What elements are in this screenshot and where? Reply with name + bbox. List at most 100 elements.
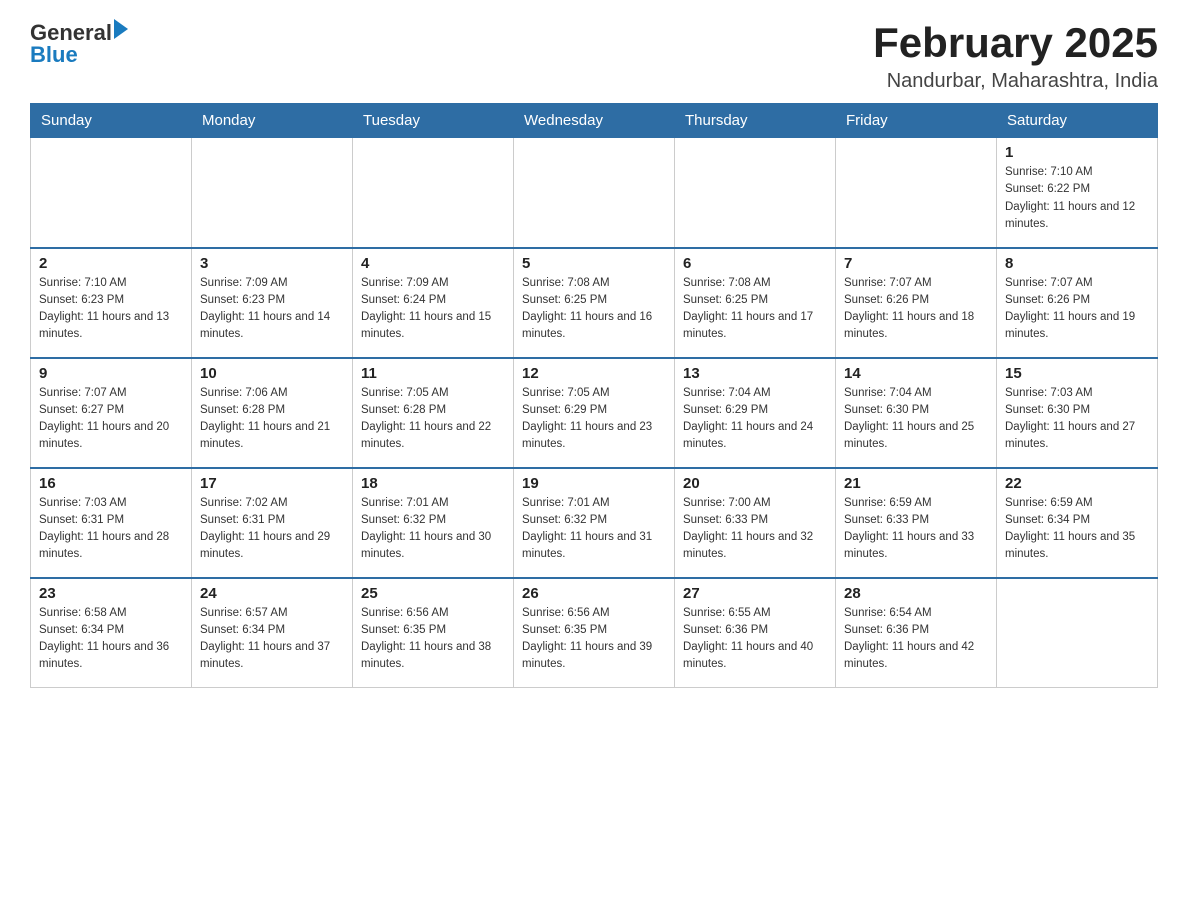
day-info: Sunrise: 7:03 AMSunset: 6:31 PMDaylight:… (39, 495, 183, 564)
calendar-day-cell: 9 Sunrise: 7:07 AMSunset: 6:27 PMDaylight… (31, 358, 192, 468)
day-number: 12 (522, 365, 666, 382)
calendar-day-cell: 13Sunrise: 7:04 AMSunset: 6:29 PMDayligh… (675, 358, 836, 468)
day-number: 23 (39, 585, 183, 602)
day-info: Sunrise: 7:04 AMSunset: 6:30 PMDaylight:… (844, 385, 988, 454)
day-number: 17 (200, 475, 344, 492)
weekday-header-wednesday: Wednesday (514, 104, 675, 138)
day-number: 20 (683, 475, 827, 492)
logo-arrow-icon (114, 19, 128, 39)
day-number: 5 (522, 255, 666, 272)
day-info: Sunrise: 7:08 AMSunset: 6:25 PMDaylight:… (683, 275, 827, 344)
day-number: 21 (844, 475, 988, 492)
calendar-day-cell: 24 Sunrise: 6:57 AMSunset: 6:34 PMDayligh… (192, 578, 353, 688)
logo: General Blue (30, 20, 128, 68)
day-number: 25 (361, 585, 505, 602)
day-info: Sunrise: 6:57 AMSunset: 6:34 PMDaylight:… (200, 605, 344, 674)
day-info: Sunrise: 6:54 AMSunset: 6:36 PMDaylight:… (844, 605, 988, 674)
day-info: Sunrise: 7:03 AMSunset: 6:30 PMDaylight:… (1005, 385, 1149, 454)
calendar-table: SundayMondayTuesdayWednesdayThursdayFrid… (30, 103, 1158, 688)
day-info: Sunrise: 7:01 AMSunset: 6:32 PMDaylight:… (361, 495, 505, 564)
day-number: 2 (39, 255, 183, 272)
day-number: 6 (683, 255, 827, 272)
calendar-day-cell (997, 578, 1158, 688)
calendar-day-cell: 2 Sunrise: 7:10 AMSunset: 6:23 PMDaylight… (31, 248, 192, 358)
calendar-week-row: 2 Sunrise: 7:10 AMSunset: 6:23 PMDaylight… (31, 248, 1158, 358)
calendar-day-cell: 5Sunrise: 7:08 AMSunset: 6:25 PMDaylight… (514, 248, 675, 358)
calendar-day-cell: 10 Sunrise: 7:06 AMSunset: 6:28 PMDayligh… (192, 358, 353, 468)
location-text: Nandurbar, Maharashtra, India (873, 70, 1158, 93)
calendar-day-cell: 21 Sunrise: 6:59 AMSunset: 6:33 PMDayligh… (836, 468, 997, 578)
weekday-header-friday: Friday (836, 104, 997, 138)
calendar-day-cell (675, 138, 836, 248)
day-number: 8 (1005, 255, 1149, 272)
calendar-week-row: 9 Sunrise: 7:07 AMSunset: 6:27 PMDaylight… (31, 358, 1158, 468)
day-number: 26 (522, 585, 666, 602)
day-info: Sunrise: 7:09 AMSunset: 6:24 PMDaylight:… (361, 275, 505, 344)
calendar-day-cell: 4 Sunrise: 7:09 AMSunset: 6:24 PMDaylight… (353, 248, 514, 358)
day-number: 15 (1005, 365, 1149, 382)
calendar-day-cell: 7Sunrise: 7:07 AMSunset: 6:26 PMDaylight… (836, 248, 997, 358)
calendar-day-cell (353, 138, 514, 248)
page-header: General Blue February 2025 Nandurbar, Ma… (30, 20, 1158, 93)
weekday-header-tuesday: Tuesday (353, 104, 514, 138)
calendar-day-cell: 11 Sunrise: 7:05 AMSunset: 6:28 PMDayligh… (353, 358, 514, 468)
day-number: 4 (361, 255, 505, 272)
calendar-day-cell: 27Sunrise: 6:55 AMSunset: 6:36 PMDayligh… (675, 578, 836, 688)
calendar-day-cell: 3 Sunrise: 7:09 AMSunset: 6:23 PMDaylight… (192, 248, 353, 358)
day-number: 11 (361, 365, 505, 382)
day-info: Sunrise: 7:07 AMSunset: 6:27 PMDaylight:… (39, 385, 183, 454)
calendar-day-cell (192, 138, 353, 248)
day-info: Sunrise: 7:07 AMSunset: 6:26 PMDaylight:… (844, 275, 988, 344)
day-number: 1 (1005, 144, 1149, 161)
weekday-header-monday: Monday (192, 104, 353, 138)
day-info: Sunrise: 7:05 AMSunset: 6:28 PMDaylight:… (361, 385, 505, 454)
logo-blue-text: Blue (30, 42, 78, 68)
month-title: February 2025 (873, 20, 1158, 66)
day-info: Sunrise: 6:59 AMSunset: 6:34 PMDaylight:… (1005, 495, 1149, 564)
calendar-day-cell: 14 Sunrise: 7:04 AMSunset: 6:30 PMDayligh… (836, 358, 997, 468)
day-info: Sunrise: 7:05 AMSunset: 6:29 PMDaylight:… (522, 385, 666, 454)
day-info: Sunrise: 7:10 AMSunset: 6:22 PMDaylight:… (1005, 164, 1149, 233)
calendar-day-cell: 22 Sunrise: 6:59 AMSunset: 6:34 PMDayligh… (997, 468, 1158, 578)
day-number: 10 (200, 365, 344, 382)
day-info: Sunrise: 7:06 AMSunset: 6:28 PMDaylight:… (200, 385, 344, 454)
calendar-week-row: 1 Sunrise: 7:10 AMSunset: 6:22 PMDaylight… (31, 138, 1158, 248)
day-number: 16 (39, 475, 183, 492)
calendar-day-cell: 12 Sunrise: 7:05 AMSunset: 6:29 PMDayligh… (514, 358, 675, 468)
calendar-day-cell: 20 Sunrise: 7:00 AMSunset: 6:33 PMDayligh… (675, 468, 836, 578)
calendar-day-cell: 28 Sunrise: 6:54 AMSunset: 6:36 PMDayligh… (836, 578, 997, 688)
calendar-day-cell: 15 Sunrise: 7:03 AMSunset: 6:30 PMDayligh… (997, 358, 1158, 468)
calendar-week-row: 16 Sunrise: 7:03 AMSunset: 6:31 PMDayligh… (31, 468, 1158, 578)
day-info: Sunrise: 7:00 AMSunset: 6:33 PMDaylight:… (683, 495, 827, 564)
day-info: Sunrise: 7:10 AMSunset: 6:23 PMDaylight:… (39, 275, 183, 344)
title-block: February 2025 Nandurbar, Maharashtra, In… (873, 20, 1158, 93)
day-info: Sunrise: 6:59 AMSunset: 6:33 PMDaylight:… (844, 495, 988, 564)
day-number: 22 (1005, 475, 1149, 492)
calendar-day-cell: 17 Sunrise: 7:02 AMSunset: 6:31 PMDayligh… (192, 468, 353, 578)
weekday-header-row: SundayMondayTuesdayWednesdayThursdayFrid… (31, 104, 1158, 138)
calendar-day-cell: 26 Sunrise: 6:56 AMSunset: 6:35 PMDayligh… (514, 578, 675, 688)
day-number: 3 (200, 255, 344, 272)
day-number: 9 (39, 365, 183, 382)
day-info: Sunrise: 7:09 AMSunset: 6:23 PMDaylight:… (200, 275, 344, 344)
calendar-day-cell: 18 Sunrise: 7:01 AMSunset: 6:32 PMDayligh… (353, 468, 514, 578)
day-number: 18 (361, 475, 505, 492)
weekday-header-saturday: Saturday (997, 104, 1158, 138)
day-info: Sunrise: 7:01 AMSunset: 6:32 PMDaylight:… (522, 495, 666, 564)
day-info: Sunrise: 7:02 AMSunset: 6:31 PMDaylight:… (200, 495, 344, 564)
day-info: Sunrise: 7:07 AMSunset: 6:26 PMDaylight:… (1005, 275, 1149, 344)
calendar-day-cell: 23 Sunrise: 6:58 AMSunset: 6:34 PMDayligh… (31, 578, 192, 688)
calendar-day-cell: 6 Sunrise: 7:08 AMSunset: 6:25 PMDaylight… (675, 248, 836, 358)
day-number: 24 (200, 585, 344, 602)
day-number: 19 (522, 475, 666, 492)
weekday-header-thursday: Thursday (675, 104, 836, 138)
calendar-day-cell: 25Sunrise: 6:56 AMSunset: 6:35 PMDayligh… (353, 578, 514, 688)
day-info: Sunrise: 6:56 AMSunset: 6:35 PMDaylight:… (522, 605, 666, 674)
day-number: 28 (844, 585, 988, 602)
day-number: 14 (844, 365, 988, 382)
calendar-day-cell: 19 Sunrise: 7:01 AMSunset: 6:32 PMDayligh… (514, 468, 675, 578)
calendar-day-cell (836, 138, 997, 248)
day-info: Sunrise: 6:58 AMSunset: 6:34 PMDaylight:… (39, 605, 183, 674)
calendar-day-cell (514, 138, 675, 248)
calendar-week-row: 23 Sunrise: 6:58 AMSunset: 6:34 PMDayligh… (31, 578, 1158, 688)
